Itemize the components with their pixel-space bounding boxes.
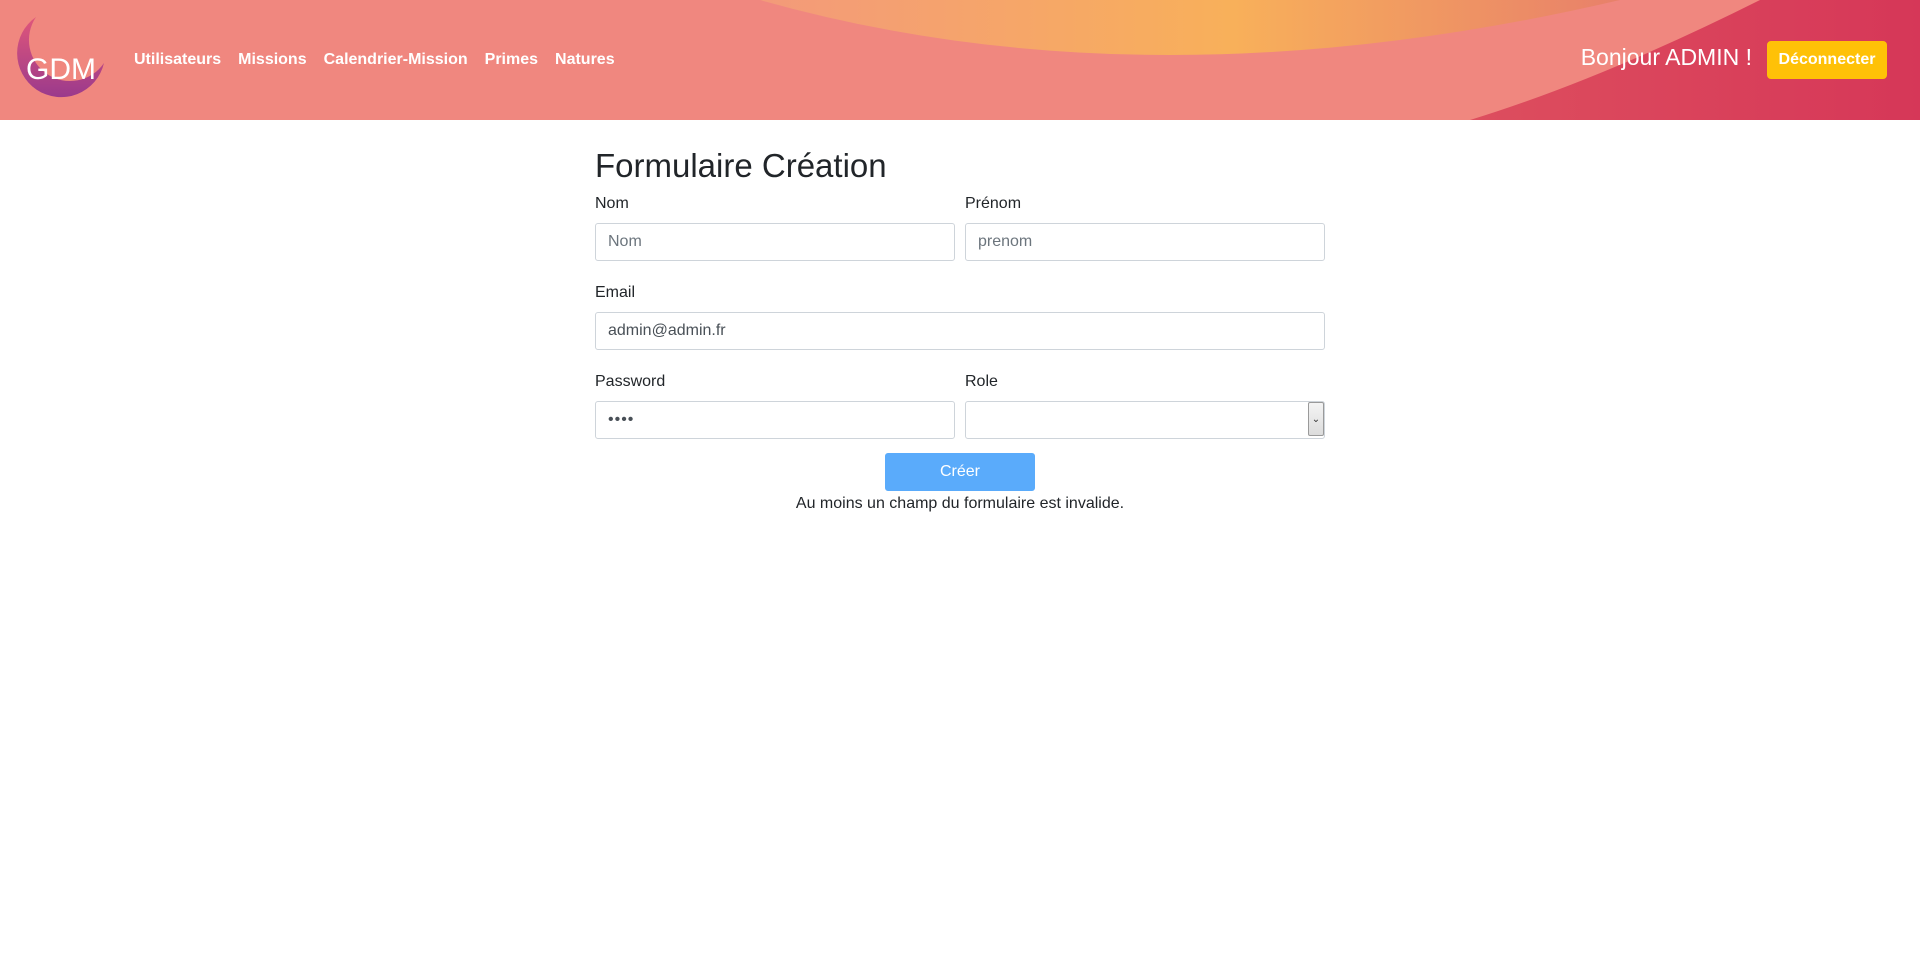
nav-calendrier-mission[interactable]: Calendrier-Mission <box>324 47 468 73</box>
credentials-row: Password Role ⌄ <box>595 370 1325 439</box>
role-group: Role ⌄ <box>965 370 1325 439</box>
logout-button[interactable]: Déconnecter <box>1767 41 1887 79</box>
nav-natures[interactable]: Natures <box>555 47 615 73</box>
name-row: Nom Prénom <box>595 192 1325 261</box>
creation-form-container: Formulaire Création Nom Prénom Email Pas… <box>595 140 1325 514</box>
form-error-message: Au moins un champ du formulaire est inva… <box>795 495 1125 512</box>
create-button[interactable]: Créer <box>885 453 1035 491</box>
email-input[interactable] <box>595 312 1325 350</box>
gdm-logo[interactable]: GDM <box>14 13 108 101</box>
svg-text:GDM: GDM <box>26 53 96 86</box>
chevron-down-icon[interactable]: ⌄ <box>1308 402 1324 436</box>
nav-primes[interactable]: Primes <box>485 47 538 73</box>
nom-label: Nom <box>595 195 629 212</box>
prenom-input[interactable] <box>965 223 1325 261</box>
email-group: Email <box>595 281 1325 350</box>
prenom-group: Prénom <box>965 192 1325 261</box>
role-select[interactable]: ⌄ <box>965 401 1325 439</box>
user-greeting: Bonjour ADMIN ! <box>1580 44 1752 70</box>
prenom-label: Prénom <box>965 195 1022 212</box>
password-input[interactable] <box>595 401 955 439</box>
role-label: Role <box>965 373 998 390</box>
password-label: Password <box>595 373 666 390</box>
nom-group: Nom <box>595 192 955 261</box>
page-title: Formulaire Création <box>595 147 887 184</box>
main-nav: Utilisateurs Missions Calendrier-Mission… <box>134 0 615 120</box>
nom-input[interactable] <box>595 223 955 261</box>
top-navbar: GDM Utilisateurs Missions Calendrier-Mis… <box>0 0 1920 120</box>
password-group: Password <box>595 370 955 439</box>
email-label: Email <box>595 284 636 301</box>
nav-utilisateurs[interactable]: Utilisateurs <box>134 47 221 73</box>
nav-missions[interactable]: Missions <box>238 47 306 73</box>
role-select-value[interactable] <box>965 401 1325 439</box>
submit-row: Créer <box>595 453 1325 491</box>
